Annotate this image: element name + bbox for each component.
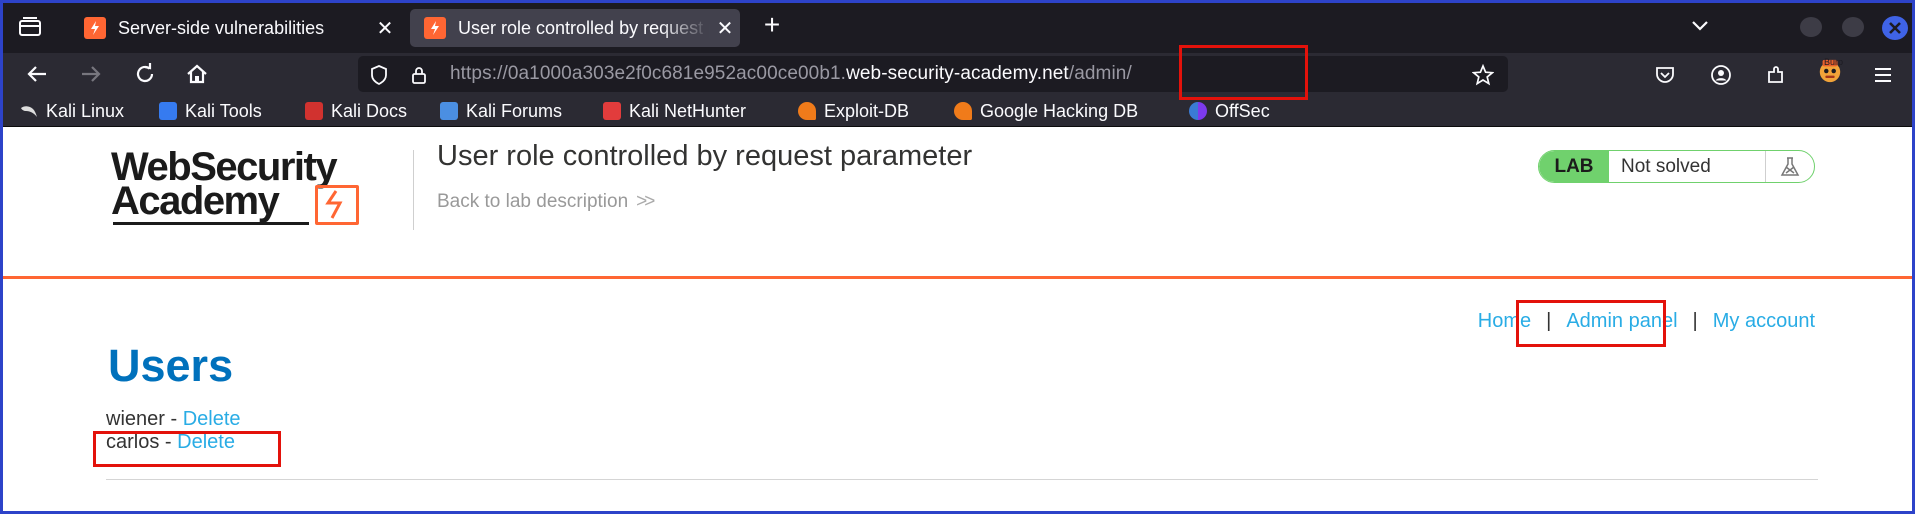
tab-title: User role controlled by request paramete… bbox=[458, 17, 710, 38]
bookmark-label: Kali Docs bbox=[331, 100, 408, 121]
back-arrow-icon[interactable] bbox=[22, 60, 52, 88]
kali-nethunter-icon bbox=[603, 102, 621, 120]
bookmark-star-icon[interactable] bbox=[1472, 64, 1494, 86]
header-divider bbox=[413, 150, 414, 230]
close-tab-icon[interactable]: ✕ bbox=[370, 16, 400, 41]
url-bar[interactable]: https://0a1000a303e2f0c681e952ac00ce00b1… bbox=[358, 56, 1508, 92]
list-all-tabs-chevron-icon[interactable] bbox=[1688, 16, 1712, 36]
kali-dragon-icon bbox=[20, 102, 38, 120]
bookmark-kali-linux[interactable]: Kali Linux bbox=[20, 100, 124, 122]
kali-tools-icon bbox=[159, 102, 177, 120]
bookmarks-toolbar: Kali Linux Kali Tools Kali Docs Kali For… bbox=[0, 95, 1915, 127]
users-heading: Users bbox=[108, 340, 234, 391]
logo-line-2: Academy bbox=[111, 179, 280, 223]
username: wiener bbox=[106, 408, 165, 430]
annotation-box-carlos-delete bbox=[93, 431, 281, 467]
pocket-icon[interactable] bbox=[1652, 62, 1678, 88]
header-orange-rule bbox=[3, 276, 1912, 279]
bookmark-label: OffSec bbox=[1215, 100, 1270, 121]
bookmark-label: Kali Linux bbox=[46, 100, 125, 121]
dash-separator: - bbox=[164, 408, 183, 430]
new-tab-plus-icon[interactable]: + bbox=[758, 11, 786, 40]
tab-bar: Server-side vulnerabilities ✕ User role … bbox=[0, 0, 1915, 53]
web-security-academy-logo[interactable]: WebSecurity Academy bbox=[111, 147, 411, 225]
padlock-icon[interactable] bbox=[408, 64, 430, 86]
bookmark-kali-nethunter[interactable]: Kali NetHunter bbox=[603, 100, 746, 122]
url-text[interactable]: https://0a1000a303e2f0c681e952ac00ce00b1… bbox=[450, 63, 1132, 85]
user-row-wiener: wiener - Delete bbox=[106, 408, 241, 431]
burp-badge-label: Burp bbox=[1824, 57, 1844, 67]
tab-user-role-lab[interactable]: User role controlled by request paramete… bbox=[410, 9, 740, 47]
annotation-box-admin-panel bbox=[1516, 300, 1666, 347]
kali-docs-icon bbox=[305, 102, 323, 120]
offsec-icon bbox=[1189, 102, 1207, 120]
portswigger-favicon-icon bbox=[84, 17, 106, 39]
account-icon[interactable] bbox=[1708, 62, 1734, 88]
minimize-window-icon[interactable] bbox=[1800, 17, 1822, 37]
bookmark-offsec[interactable]: OffSec bbox=[1189, 100, 1270, 122]
back-to-lab-description-link[interactable]: Back to lab description >> bbox=[437, 191, 655, 213]
tab-title: Server-side vulnerabilities bbox=[118, 17, 325, 38]
tracking-protection-shield-icon[interactable] bbox=[368, 64, 390, 86]
tab-server-side-vulnerabilities[interactable]: Server-side vulnerabilities ✕ bbox=[70, 9, 400, 47]
lab-status-text: Not solved bbox=[1609, 151, 1766, 182]
annotation-box-url-path bbox=[1179, 45, 1308, 100]
home-icon[interactable] bbox=[182, 60, 212, 88]
exploit-db-icon bbox=[798, 102, 816, 120]
burp-extension-icon[interactable]: Burp bbox=[1817, 57, 1844, 84]
nav-my-account-link[interactable]: My account bbox=[1713, 310, 1815, 333]
portswigger-favicon-icon bbox=[424, 17, 446, 39]
bookmark-label: Kali Forums bbox=[466, 100, 563, 121]
extensions-puzzle-icon[interactable] bbox=[1763, 62, 1789, 88]
academy-lightning-icon bbox=[315, 185, 359, 225]
close-window-icon[interactable] bbox=[1882, 16, 1908, 40]
url-prefix: https://0a1000a303e2f0c681e952ac00ce00b1… bbox=[450, 63, 847, 84]
forward-arrow-icon[interactable] bbox=[76, 60, 106, 88]
content-bottom-rule bbox=[106, 479, 1818, 480]
url-path: /admin/ bbox=[1068, 63, 1132, 84]
tab-list-icon[interactable] bbox=[16, 14, 44, 40]
lab-title: User role controlled by request paramete… bbox=[437, 140, 973, 172]
bookmark-label: Kali NetHunter bbox=[629, 100, 747, 121]
maximize-window-icon[interactable] bbox=[1842, 17, 1864, 37]
bookmark-kali-forums[interactable]: Kali Forums bbox=[440, 100, 562, 122]
ghdb-icon bbox=[954, 102, 972, 120]
hamburger-menu-icon[interactable] bbox=[1870, 62, 1896, 88]
lab-status-widget: LAB Not solved bbox=[1538, 150, 1815, 183]
kali-forums-icon bbox=[440, 102, 458, 120]
logo-underline bbox=[113, 222, 309, 225]
close-tab-icon[interactable]: ✕ bbox=[710, 16, 740, 41]
url-host: web-security-academy.net bbox=[846, 63, 1069, 84]
delete-user-link[interactable]: Delete bbox=[183, 408, 241, 430]
back-link-label: Back to lab description bbox=[437, 191, 629, 212]
bookmark-label: Exploit-DB bbox=[824, 100, 910, 121]
navigation-toolbar: https://0a1000a303e2f0c681e952ac00ce00b1… bbox=[0, 53, 1915, 95]
bookmark-label: Kali Tools bbox=[185, 100, 262, 121]
bookmark-label: Google Hacking DB bbox=[980, 100, 1139, 121]
reload-icon[interactable] bbox=[130, 60, 160, 88]
bookmark-google-hacking-db[interactable]: Google Hacking DB bbox=[954, 100, 1138, 122]
lab-badge: LAB bbox=[1539, 151, 1609, 182]
bookmark-kali-docs[interactable]: Kali Docs bbox=[305, 100, 407, 122]
bookmark-exploit-db[interactable]: Exploit-DB bbox=[798, 100, 909, 122]
double-chevron-right-icon: >> bbox=[636, 191, 655, 212]
flask-icon bbox=[1766, 151, 1814, 182]
nav-separator: | bbox=[1692, 310, 1698, 332]
bookmark-kali-tools[interactable]: Kali Tools bbox=[159, 100, 262, 122]
